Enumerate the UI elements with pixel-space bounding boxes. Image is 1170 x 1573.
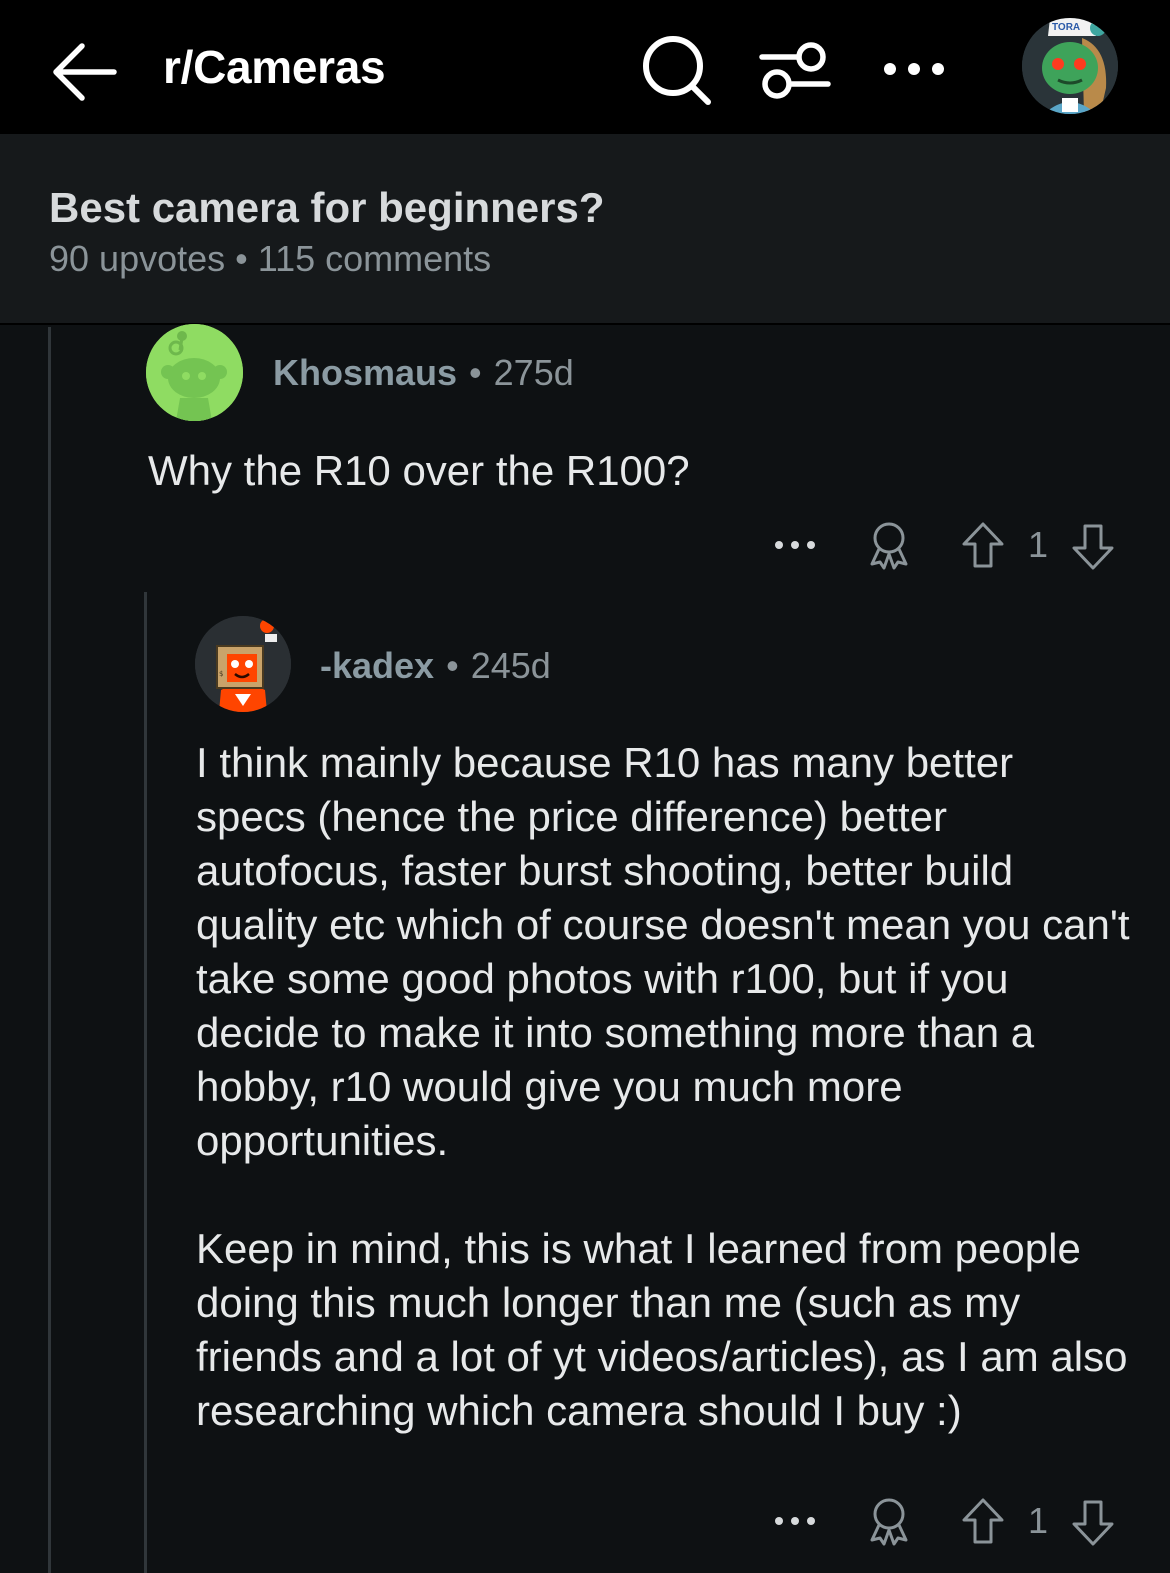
vote-count: 1	[1028, 1500, 1049, 1541]
avatar-hat-text: TORA	[1052, 22, 1081, 33]
search-icon[interactable]	[636, 30, 716, 110]
user-avatar[interactable]: TORA	[1022, 18, 1118, 114]
comment-body: Why the R10 over the R100?	[148, 447, 690, 494]
comment-author[interactable]: Khosmaus	[273, 352, 457, 393]
thread-line[interactable]	[48, 327, 51, 1573]
comment-paragraph: Keep in mind, this is what I learned fro…	[196, 1225, 1128, 1434]
comment-age: 275d	[493, 352, 574, 393]
award-icon[interactable]	[866, 1492, 912, 1552]
more-options-icon[interactable]	[770, 516, 820, 576]
post-meta: 90 upvotes • 115 comments	[49, 238, 492, 279]
comment-author-row: Khosmaus • 275d	[273, 352, 574, 394]
downvote-arrow-icon[interactable]	[1070, 1492, 1116, 1552]
comment-paragraph: I think mainly because R10 has many bett…	[196, 739, 1130, 1164]
comment-author-row: -kadex • 245d	[320, 645, 551, 687]
comment-age: 245d	[470, 645, 551, 686]
back-arrow-icon[interactable]	[48, 36, 120, 108]
post-header[interactable]: Best camera for beginners? 90 upvotes • …	[0, 134, 1170, 325]
comment-body: I think mainly because R10 has many bett…	[196, 736, 1131, 1492]
reddit-comment-thread-screen: r/Cameras TORA Best camera for beginners…	[0, 0, 1170, 1573]
more-options-icon[interactable]	[770, 1492, 820, 1552]
thread-line[interactable]	[144, 592, 147, 1573]
upvote-arrow-icon[interactable]	[960, 1492, 1006, 1552]
top-nav-bar: r/Cameras TORA	[0, 0, 1170, 134]
downvote-arrow-icon[interactable]	[1070, 516, 1116, 576]
commenter-avatar[interactable]	[146, 324, 243, 421]
upvote-arrow-icon[interactable]	[960, 516, 1006, 576]
comment-author[interactable]: -kadex	[320, 645, 434, 686]
post-title: Best camera for beginners?	[49, 184, 605, 231]
vote-count: 1	[1028, 524, 1049, 565]
filter-icon[interactable]	[752, 30, 838, 110]
svg-text:$: $	[219, 670, 223, 678]
separator-dot: •	[446, 645, 459, 686]
commenter-avatar[interactable]: $	[195, 616, 291, 712]
more-options-icon[interactable]	[878, 40, 950, 100]
award-icon[interactable]	[866, 516, 912, 576]
subreddit-name[interactable]: r/Cameras	[163, 40, 386, 94]
separator-dot: •	[469, 352, 482, 393]
